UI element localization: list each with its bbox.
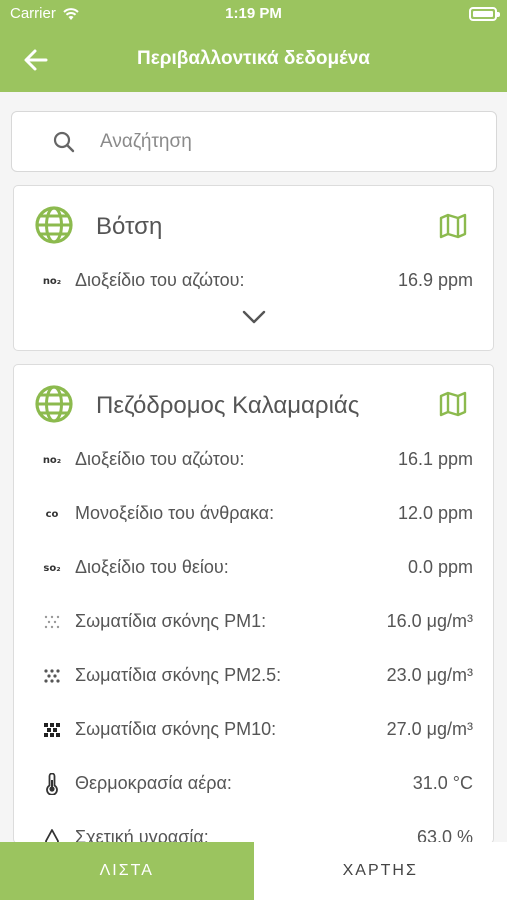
measurement-row: no₂ Διοξείδιο του αζώτου: 16.1 ppm — [38, 445, 473, 475]
tab-list[interactable]: ΛΙΣΤΑ — [0, 842, 254, 900]
location-card: Πεζόδρομος Καλαμαριάς no₂ Διοξείδιο του … — [13, 364, 494, 844]
pm10-icon — [38, 721, 66, 739]
measurement-value: 23.0 μg/m³ — [386, 665, 473, 685]
no2-icon: no₂ — [42, 275, 62, 287]
measurement-value: 31.0 °C — [412, 773, 473, 793]
status-time: 1:19 PM — [225, 5, 282, 22]
measurement-label: Διοξείδιο του αζώτου: — [75, 449, 245, 469]
measurement-label: Διοξείδιο του θείου: — [75, 557, 229, 577]
measurement-row: so₂ Διοξείδιο του θείου: 0.0 ppm — [38, 553, 473, 583]
globe-icon — [35, 206, 73, 244]
measurement-value: 12.0 ppm — [397, 503, 473, 523]
search-box — [11, 111, 497, 172]
pm1-icon — [38, 613, 66, 631]
measurement-label: Μονοξείδιο του άνθρακα: — [75, 503, 275, 523]
globe-icon — [35, 385, 73, 423]
measurement-value: 27.0 μg/m³ — [386, 719, 473, 739]
search-icon — [53, 131, 75, 153]
measurement-label: Σωματίδια σκόνης PM10: — [75, 719, 277, 739]
tab-map[interactable]: ΧΑΡΤΗΣ — [253, 842, 507, 900]
thermometer-icon — [38, 773, 66, 795]
measurement-row: no₂ Διοξείδιο του αζώτου: 16.9 ppm — [38, 266, 473, 296]
so2-icon: so₂ — [43, 562, 61, 574]
measurement-value: 16.1 ppm — [397, 449, 473, 469]
measurement-row: co Μονοξείδιο του άνθρακα: 12.0 ppm — [38, 499, 473, 529]
measurement-row: Σωματίδια σκόνης PM2.5: 23.0 μg/m³ — [38, 661, 473, 691]
navigation-bar: Περιβαλλοντικά δεδομένα — [0, 28, 507, 92]
location-name: Πεζόδρομος Καλαμαριάς — [96, 392, 360, 419]
measurement-row: Σχετική υγρασία: 63.0 % — [38, 823, 473, 843]
measurement-label: Σωματίδια σκόνης PM1: — [75, 611, 267, 631]
measurement-value: 0.0 ppm — [407, 557, 473, 577]
status-bar: Carrier 1:19 PM — [0, 0, 507, 28]
location-card: Βότση no₂ Διοξείδιο του αζώτου: 16.9 ppm — [13, 185, 494, 351]
measurement-row: Θερμοκρασία αέρα: 31.0 °C — [38, 769, 473, 799]
measurement-row: Σωματίδια σκόνης PM1: 16.0 μg/m³ — [38, 607, 473, 637]
co-icon: co — [45, 508, 59, 520]
search-input[interactable] — [100, 126, 480, 158]
pm25-icon — [38, 667, 66, 685]
location-name: Βότση — [96, 213, 163, 240]
map-icon[interactable] — [439, 391, 467, 417]
battery-icon — [469, 7, 500, 21]
measurement-label: Διοξείδιο του αζώτου: — [75, 270, 245, 290]
measurement-value: 16.9 ppm — [397, 270, 473, 290]
measurement-label: Σωματίδια σκόνης PM2.5: — [75, 665, 282, 685]
bottom-tab-bar: ΛΙΣΤΑ ΧΑΡΤΗΣ — [0, 842, 507, 900]
measurement-value: 16.0 μg/m³ — [386, 611, 473, 631]
page-title: Περιβαλλοντικά δεδομένα — [137, 48, 370, 69]
measurement-label: Θερμοκρασία αέρα: — [75, 773, 232, 793]
measurement-row: Σωματίδια σκόνης PM10: 27.0 μg/m³ — [38, 715, 473, 745]
chevron-down-icon[interactable] — [242, 310, 266, 324]
no2-icon: no₂ — [42, 454, 62, 466]
map-icon[interactable] — [439, 213, 467, 239]
